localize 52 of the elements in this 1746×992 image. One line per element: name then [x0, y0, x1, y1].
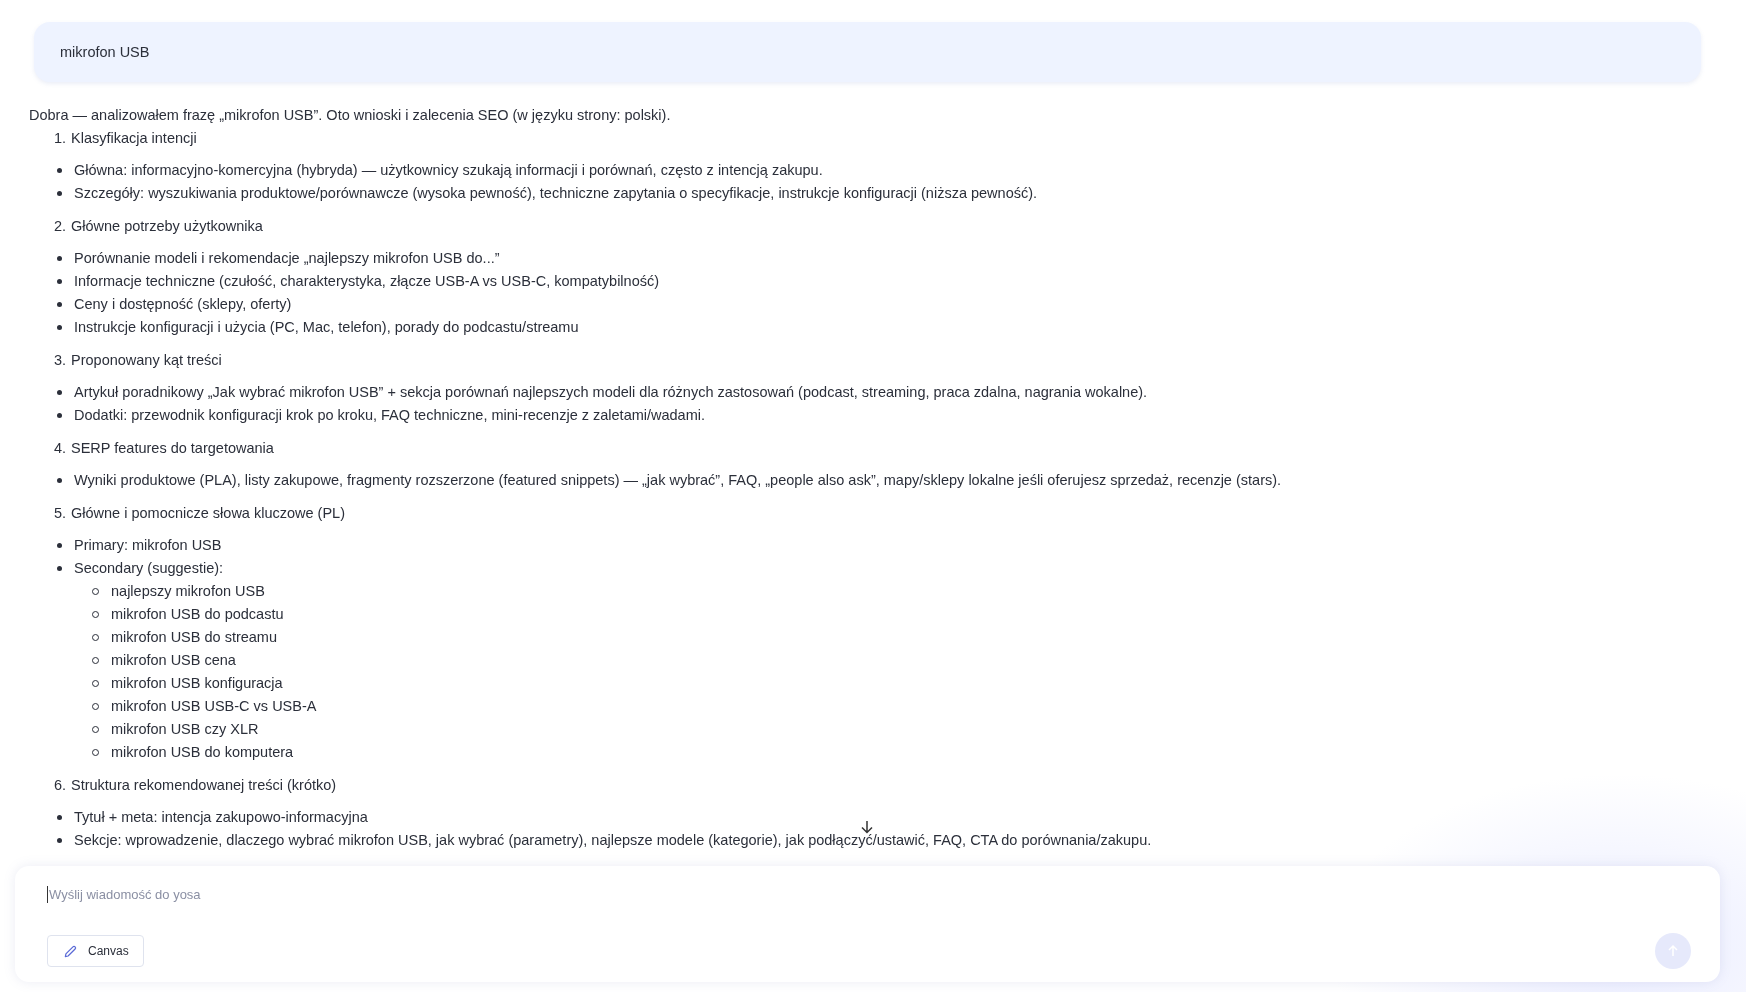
bullet-icon	[57, 325, 62, 330]
list-item: Secondary (suggestie):	[74, 559, 224, 578]
list-item: Ceny i dostępność (sklepy, oferty)	[74, 295, 292, 314]
section-number: 2.	[52, 217, 66, 236]
bullet-icon	[57, 302, 62, 307]
bullet-icon	[57, 191, 62, 196]
section-number: 5.	[52, 504, 66, 523]
section-number: 6.	[52, 776, 66, 795]
bullet-icon	[57, 413, 62, 418]
bullet-icon	[57, 838, 62, 843]
list-item: mikrofon USB do komputera	[111, 743, 294, 762]
list-item: Primary: mikrofon USB	[74, 536, 222, 555]
section-title: SERP features do targetowania	[71, 439, 274, 458]
list-item: Dodatki: przewodnik konfiguracji krok po kroku, FAQ techniczne, mini-recenzje z zaletami/wadami.	[74, 406, 705, 425]
section-title: Proponowany kąt treści	[71, 351, 222, 370]
bullet-icon	[57, 815, 62, 820]
list-item: Porównanie modeli i rekomendacje „najlepszy mikrofon USB do...”	[74, 249, 500, 268]
section-number: 3.	[52, 351, 66, 370]
intro-text: Dobra — analizowałem frazę „mikrofon USB”. Oto wnioski i zalecenia SEO (w języku strony: polski).	[29, 106, 672, 125]
list-item: mikrofon USB cena	[111, 651, 236, 670]
section-title: Struktura rekomendowanej treści (krótko)	[71, 776, 337, 795]
list-item: mikrofon USB do streamu	[111, 628, 277, 647]
bullet-icon	[57, 279, 62, 284]
section-title: Główne potrzeby użytkownika	[71, 217, 263, 236]
user-message: mikrofon USB	[60, 44, 150, 60]
section-number: 4.	[52, 439, 66, 458]
list-item: Instrukcje konfiguracji i użycia (PC, Mac, telefon), porady do podcastu/streamu	[74, 318, 579, 337]
list-item: Informacje techniczne (czułość, charakterystyka, złącze USB-A vs USB-C, kompatybilność)	[74, 272, 660, 291]
list-item: Sekcje: wprowadzenie, dlaczego wybrać mikrofon USB, jak wybrać (parametry), najlepsze modele (kategorie), jak podłączyć/ustawić, FAQ, CTA do porównania/zakupu.	[74, 831, 1152, 850]
pencil-icon	[63, 943, 78, 959]
list-item: mikrofon USB USB-C vs USB-A	[111, 697, 317, 716]
bullet-icon	[57, 168, 62, 173]
bullet-icon	[57, 390, 62, 395]
arrow-down-icon	[859, 819, 875, 835]
section-title: Klasyfikacja intencji	[71, 129, 197, 148]
canvas-button[interactable]: Canvas	[47, 935, 144, 967]
bullet-icon	[57, 566, 62, 571]
bullet-icon	[57, 543, 62, 548]
list-item: mikrofon USB czy XLR	[111, 720, 259, 739]
arrow-up-icon	[1666, 944, 1680, 958]
list-item: Artykuł poradnikowy „Jak wybrać mikrofon USB” + sekcja porównań najlepszych modeli dla różnych zastosowań (podcast, streaming, praca zdalna, nagrania wokalne).	[74, 383, 1148, 402]
list-item: Wyniki produktowe (PLA), listy zakupowe, fragmenty rozszerzone (featured snippets) — „jak wybrać”, FAQ, „people also ask”, mapy/sklepy lokalne jeśli oferujesz sprzedaż, recenzje (stars).	[74, 471, 1282, 490]
bullet-icon	[57, 478, 62, 483]
list-item: mikrofon USB konfiguracja	[111, 674, 283, 693]
section-number: 1.	[52, 129, 66, 148]
list-item: Tytuł + meta: intencja zakupowo-informacyjna	[74, 808, 368, 827]
list-item: mikrofon USB do podcastu	[111, 605, 284, 624]
section-title: Główne i pomocnicze słowa kluczowe (PL)	[71, 504, 345, 523]
list-item: Szczegóły: wyszukiwania produktowe/porównawcze (wysoka pewność), techniczne zapytania o specyfikacje, instrukcje konfiguracji (niższa pewność).	[74, 184, 1038, 203]
bullet-icon	[57, 256, 62, 261]
list-item: najlepszy mikrofon USB	[111, 582, 265, 601]
list-item: Główna: informacyjno-komercyjna (hybryda) — użytkownicy szukają informacji i porównań, często z intencją zakupu.	[74, 161, 823, 180]
